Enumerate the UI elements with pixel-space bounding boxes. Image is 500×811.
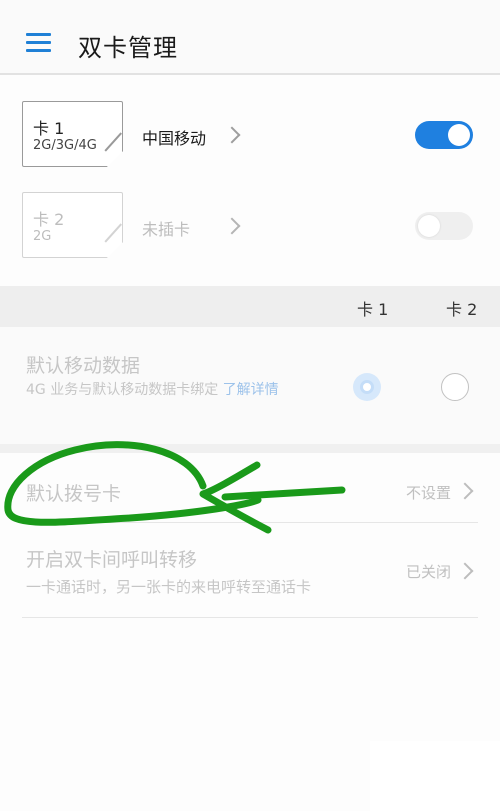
sim2-name: 卡 2 bbox=[33, 210, 65, 229]
learn-more-link[interactable]: 了解详情 bbox=[223, 382, 279, 398]
row-divider bbox=[22, 617, 478, 618]
default-dial-chevron-right-icon bbox=[456, 482, 474, 500]
sim2-carrier[interactable]: 未插卡 bbox=[142, 216, 190, 240]
default-data-sim1-radio[interactable] bbox=[353, 373, 381, 401]
sim1-row: 卡 1 2G/3G/4G 中国移动 bbox=[0, 101, 500, 191]
sim1-name: 卡 1 bbox=[33, 119, 65, 138]
call-forwarding-description: 一卡通话时，另一张卡的来电呼转至通话卡 bbox=[26, 578, 312, 596]
column-sim2-label: 卡 2 bbox=[446, 300, 478, 319]
header-divider bbox=[0, 73, 500, 75]
bottom-corner-patch bbox=[370, 741, 500, 811]
sim1-network: 2G/3G/4G bbox=[33, 138, 97, 153]
sim1-card-icon: 卡 1 2G/3G/4G bbox=[22, 101, 123, 167]
radio-selected-dot bbox=[360, 380, 374, 394]
section-divider bbox=[0, 444, 500, 453]
call-forwarding-row[interactable]: 开启双卡间呼叫转移 一卡通话时，另一张卡的来电呼转至通话卡 已关闭 bbox=[0, 523, 500, 617]
sim1-carrier[interactable]: 中国移动 bbox=[142, 125, 206, 149]
default-data-title: 默认移动数据 bbox=[26, 355, 141, 377]
sim1-toggle-knob bbox=[448, 124, 470, 146]
default-dial-value: 不设置 bbox=[406, 484, 452, 502]
sim2-toggle-knob bbox=[418, 215, 440, 237]
call-forwarding-chevron-right-icon bbox=[456, 562, 474, 580]
sim1-chevron-right-icon[interactable] bbox=[223, 126, 241, 144]
default-data-row: 默认移动数据 4G 业务与默认移动数据卡绑定 了解详情 bbox=[0, 327, 500, 444]
default-data-sim2-radio[interactable] bbox=[441, 373, 469, 401]
status-bar bbox=[0, 0, 500, 12]
sim2-chevron-right-icon[interactable] bbox=[223, 217, 241, 235]
call-forwarding-title: 开启双卡间呼叫转移 bbox=[26, 549, 198, 571]
sim2-toggle[interactable] bbox=[415, 212, 473, 240]
default-dial-row[interactable]: 默认拨号卡 不设置 bbox=[0, 453, 500, 523]
default-data-description-text: 4G 业务与默认移动数据卡绑定 bbox=[26, 382, 219, 398]
page-title: 双卡管理 bbox=[78, 34, 178, 62]
default-dial-title: 默认拨号卡 bbox=[26, 483, 122, 505]
sim2-row: 卡 2 2G 未插卡 bbox=[0, 192, 500, 282]
call-forwarding-value: 已关闭 bbox=[406, 563, 452, 581]
column-sim1-label: 卡 1 bbox=[357, 300, 389, 319]
sim-column-header: 卡 1 卡 2 bbox=[0, 286, 500, 327]
sim2-card-icon: 卡 2 2G bbox=[22, 192, 123, 258]
default-data-description: 4G 业务与默认移动数据卡绑定 了解详情 bbox=[26, 379, 306, 401]
sim1-toggle[interactable] bbox=[415, 121, 473, 149]
menu-icon[interactable] bbox=[26, 31, 52, 53]
sim2-network: 2G bbox=[33, 229, 52, 244]
app-header: 双卡管理 bbox=[0, 12, 500, 74]
